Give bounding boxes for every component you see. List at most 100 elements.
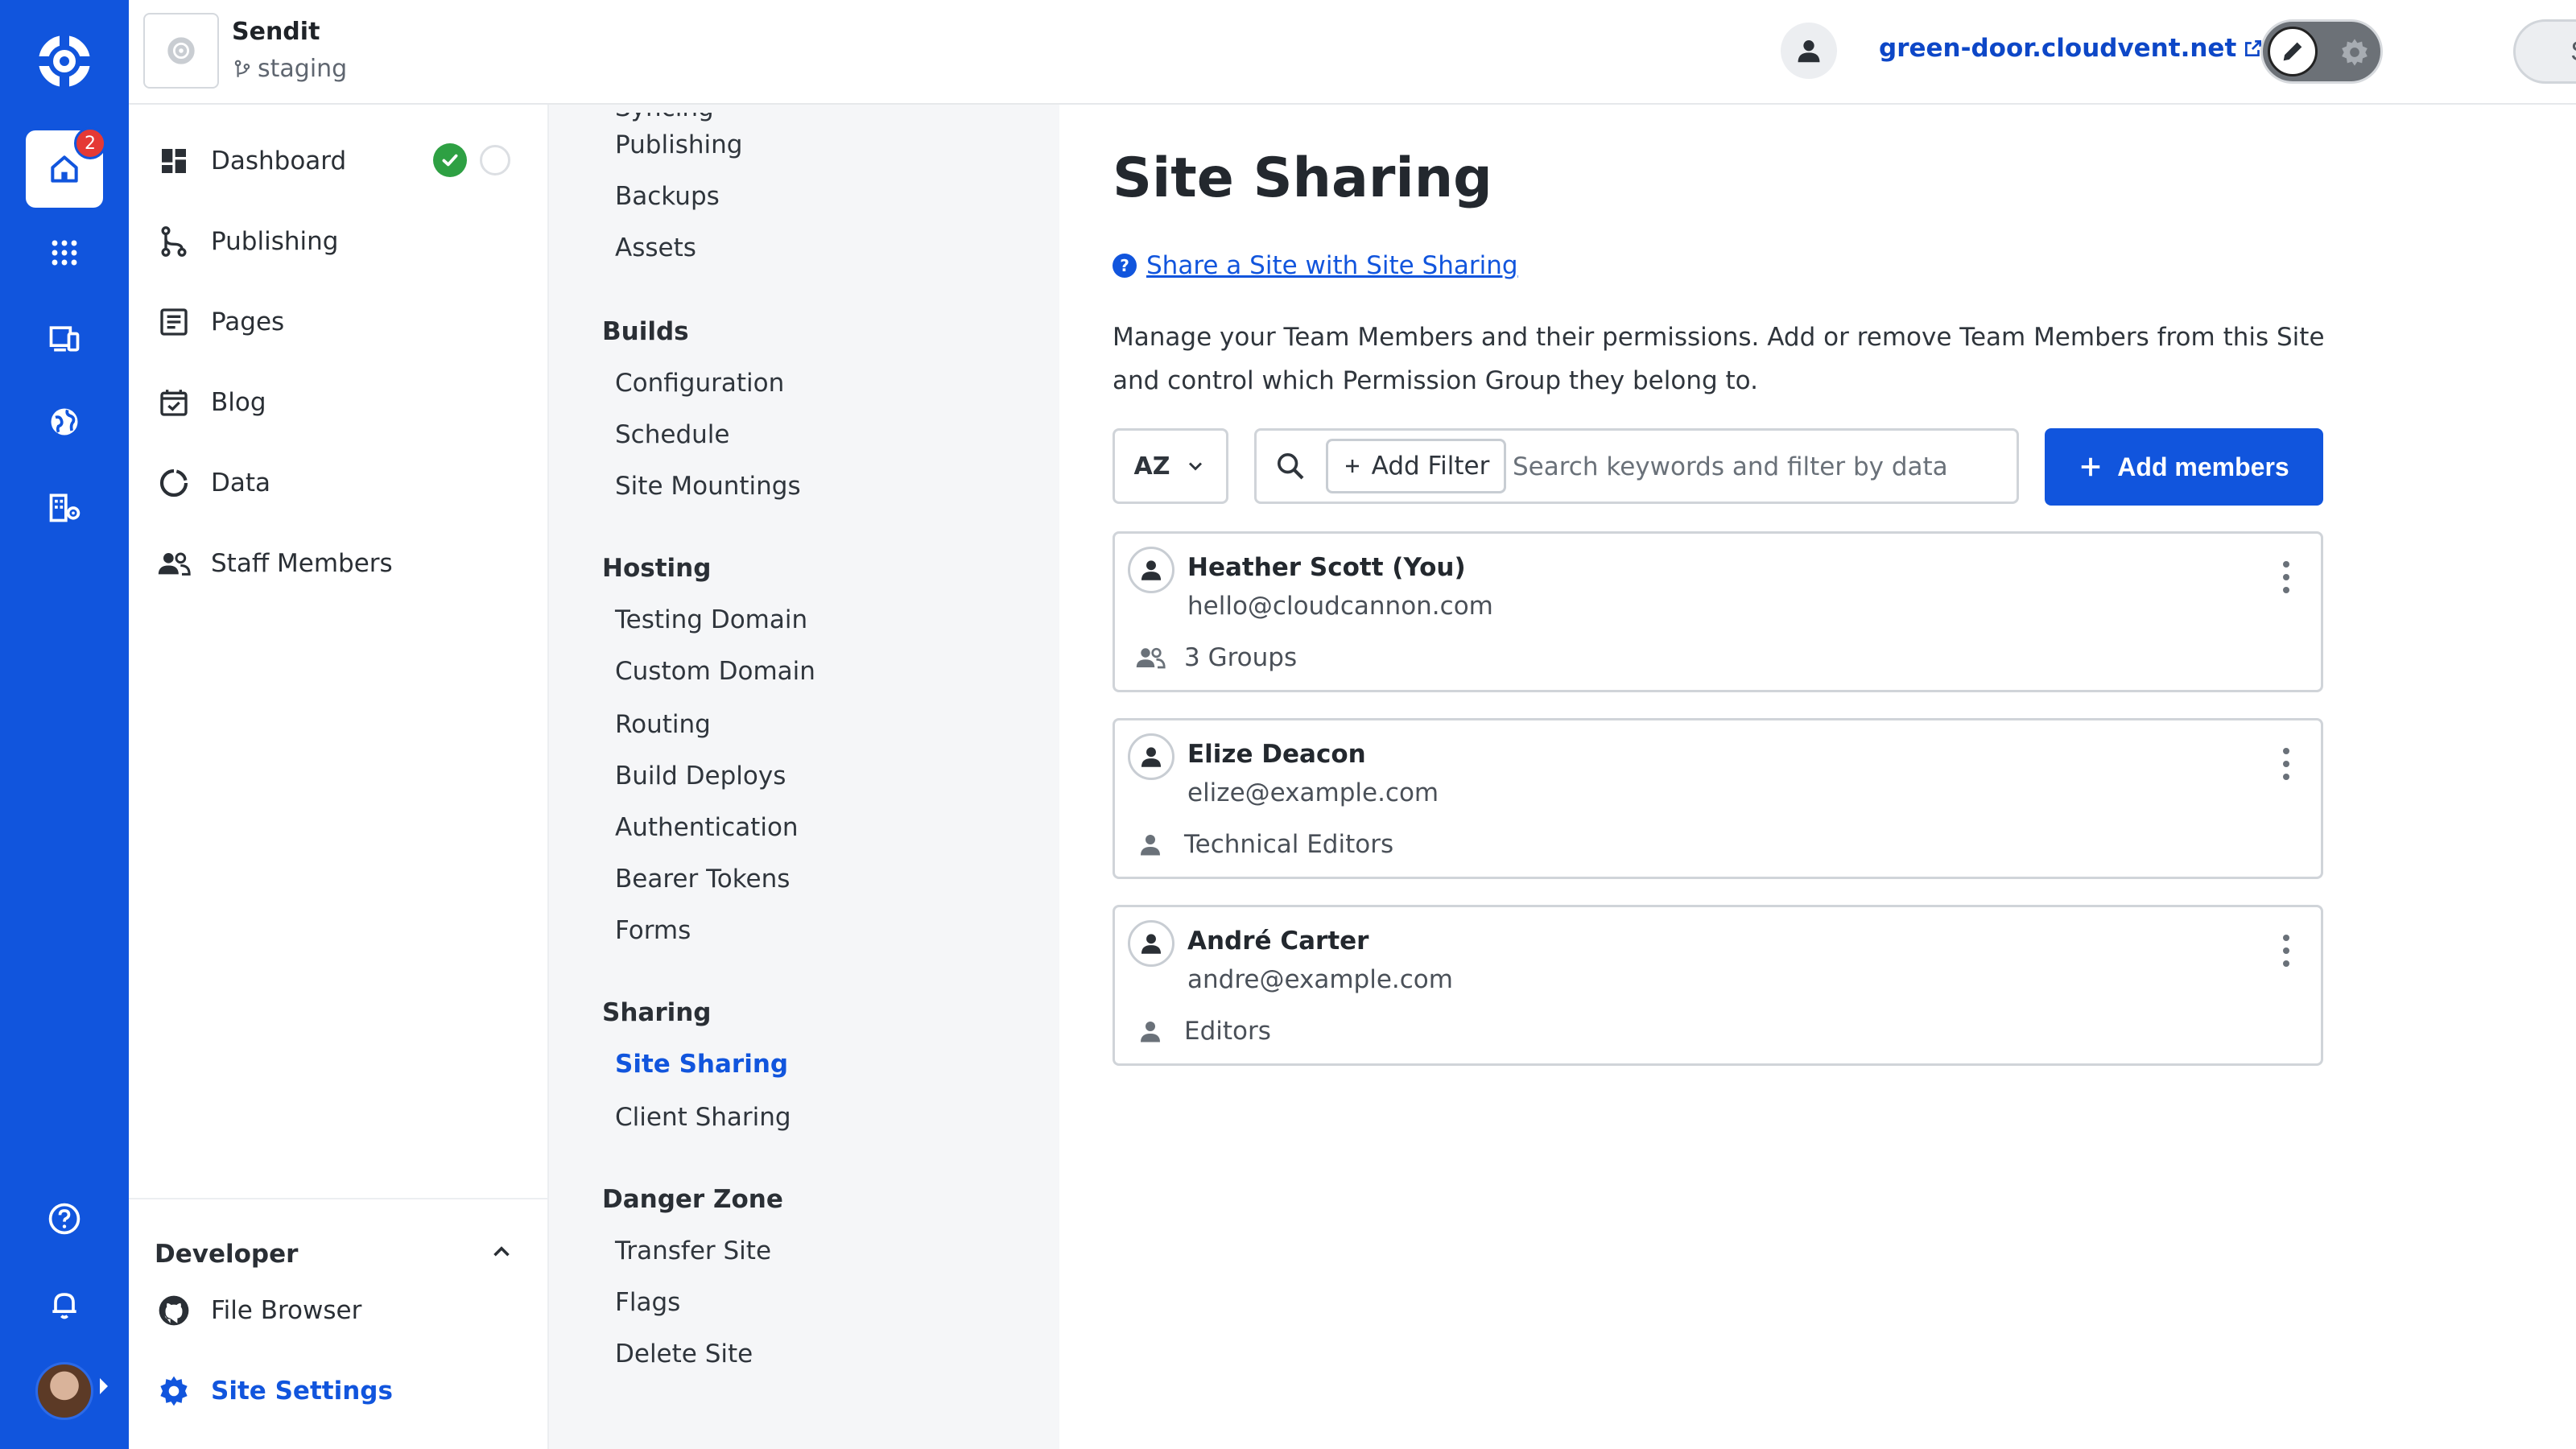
subnav-item-site-sharing[interactable]: Site Sharing bbox=[615, 1050, 788, 1079]
sidebar-item-staff-members[interactable]: Staff Members bbox=[156, 539, 393, 588]
member-avatar-icon bbox=[1128, 547, 1174, 593]
more-options-icon[interactable] bbox=[2274, 931, 2298, 970]
branch-name: staging bbox=[258, 55, 348, 83]
add-members-label: Add members bbox=[2117, 452, 2289, 481]
primary-sidebar: Dashboard Publishing Pages Blog Data Sta… bbox=[129, 105, 549, 1449]
sidebar-item-label: Blog bbox=[211, 388, 266, 417]
subnav-item-assets[interactable]: Assets bbox=[615, 233, 696, 262]
member-email: andre@example.com bbox=[1187, 965, 1453, 994]
subnav-item-publishing[interactable]: Publishing bbox=[615, 130, 742, 159]
more-options-icon[interactable] bbox=[2274, 558, 2298, 597]
caret-right-icon[interactable] bbox=[100, 1378, 108, 1394]
add-members-button[interactable]: Add members bbox=[2045, 428, 2323, 506]
sidebar-item-label: Site Settings bbox=[211, 1377, 393, 1406]
member-groups: Editors bbox=[1133, 1017, 1271, 1046]
page-description: Manage your Team Members and their permi… bbox=[1113, 323, 2325, 395]
subnav-item-delete-site[interactable]: Delete Site bbox=[615, 1340, 753, 1368]
developer-section: Developer File Browser Site Settings bbox=[129, 1198, 549, 1449]
member-group-label: Editors bbox=[1184, 1017, 1271, 1046]
edit-toggle-knob bbox=[2268, 27, 2318, 76]
more-options-icon[interactable] bbox=[2274, 745, 2298, 783]
member-email: elize@example.com bbox=[1187, 778, 1439, 807]
sort-dropdown[interactable]: AZ bbox=[1113, 428, 1228, 504]
member-card[interactable]: André Carter andre@example.com Editors bbox=[1113, 905, 2323, 1066]
gear-icon bbox=[2342, 39, 2368, 66]
pencil-icon bbox=[2283, 42, 2302, 61]
sidebar-item-data[interactable]: Data bbox=[156, 459, 270, 507]
subnav-item-flags[interactable]: Flags bbox=[615, 1288, 680, 1317]
account-button[interactable] bbox=[1781, 23, 1837, 79]
chevron-down-icon bbox=[1189, 462, 1203, 471]
plus-icon bbox=[1345, 460, 1359, 473]
sidebar-item-pages[interactable]: Pages bbox=[156, 298, 284, 346]
sidebar-item-file-browser[interactable]: File Browser bbox=[156, 1286, 361, 1335]
branch-icon bbox=[234, 60, 250, 77]
subnav-item-client-sharing[interactable]: Client Sharing bbox=[615, 1103, 791, 1132]
sidebar-item-site-settings[interactable]: Site Settings bbox=[156, 1367, 393, 1415]
subnav-group-sharing: Sharing bbox=[602, 998, 712, 1027]
search-icon bbox=[1278, 453, 1304, 480]
gear-icon bbox=[156, 1373, 192, 1409]
sidebar-item-blog[interactable]: Blog bbox=[156, 378, 266, 427]
rail-apps-button[interactable] bbox=[26, 214, 103, 291]
site-name[interactable]: Sendit bbox=[232, 18, 320, 46]
github-icon bbox=[156, 1293, 192, 1328]
rail-globe-button[interactable] bbox=[26, 383, 103, 460]
help-doc-link-text: Share a Site with Site Sharing bbox=[1146, 251, 1518, 280]
devices-icon bbox=[49, 326, 80, 352]
person-icon bbox=[1141, 835, 1160, 856]
rail-help-button[interactable] bbox=[26, 1180, 103, 1257]
site-domain-link[interactable]: green-door.cloudvent.net bbox=[1879, 34, 2264, 63]
subnav-item-testing-domain[interactable]: Testing Domain bbox=[615, 605, 807, 634]
rail-home-button[interactable]: 2 bbox=[26, 127, 106, 208]
sidebar-item-publishing[interactable]: Publishing bbox=[156, 217, 338, 266]
subnav-item-backups[interactable]: Backups bbox=[615, 182, 720, 211]
member-card[interactable]: Elize Deacon elize@example.com Technical… bbox=[1113, 718, 2323, 879]
globe-icon bbox=[51, 408, 78, 436]
data-icon bbox=[156, 465, 192, 501]
site-thumbnail[interactable] bbox=[143, 13, 219, 89]
member-name: Heather Scott (You) bbox=[1187, 553, 1466, 582]
apps-grid-icon bbox=[52, 240, 77, 266]
site-domain-text: green-door.cloudvent.net bbox=[1879, 34, 2237, 63]
add-filter-label: Add Filter bbox=[1371, 452, 1490, 481]
subnav-item-custom-domain[interactable]: Custom Domain bbox=[615, 657, 815, 686]
member-name: André Carter bbox=[1187, 927, 1369, 956]
user-avatar[interactable] bbox=[35, 1362, 93, 1420]
rail-notifications-button[interactable] bbox=[26, 1265, 103, 1343]
subnav-item-site-mountings[interactable]: Site Mountings bbox=[615, 472, 801, 501]
member-card[interactable]: Heather Scott (You) hello@cloudcannon.co… bbox=[1113, 531, 2323, 692]
app-rail: 2 bbox=[0, 0, 129, 1449]
subnav-group-builds: Builds bbox=[602, 317, 689, 346]
subnav-item-routing[interactable]: Routing bbox=[615, 710, 711, 739]
developer-section-title[interactable]: Developer bbox=[155, 1240, 298, 1269]
help-doc-link[interactable]: ? Share a Site with Site Sharing bbox=[1113, 251, 1518, 280]
subnav-item-authentication[interactable]: Authentication bbox=[615, 813, 799, 842]
rail-devices-button[interactable] bbox=[26, 299, 103, 377]
sidebar-item-dashboard[interactable]: Dashboard bbox=[156, 137, 346, 185]
rail-org-button[interactable] bbox=[26, 469, 103, 546]
search-input[interactable] bbox=[1513, 442, 2004, 492]
member-email: hello@cloudcannon.com bbox=[1187, 592, 1493, 621]
subnav-item-schedule[interactable]: Schedule bbox=[615, 420, 729, 449]
pages-icon bbox=[156, 304, 192, 340]
dashboard-icon bbox=[156, 143, 192, 179]
subnav-item-forms[interactable]: Forms bbox=[615, 916, 691, 945]
subnav-item-configuration[interactable]: Configuration bbox=[615, 369, 784, 398]
plus-icon bbox=[2082, 457, 2100, 477]
cloudcannon-logo-icon[interactable] bbox=[35, 32, 93, 90]
chevron-up-icon[interactable] bbox=[488, 1238, 515, 1265]
save-button[interactable]: Save bbox=[2513, 19, 2576, 84]
subnav-item-transfer-site[interactable]: Transfer Site bbox=[615, 1236, 771, 1265]
edit-mode-toggle[interactable] bbox=[2260, 19, 2383, 84]
sidebar-item-label: Dashboard bbox=[211, 147, 347, 175]
branch-indicator[interactable]: staging bbox=[232, 55, 347, 83]
notification-badge: 2 bbox=[74, 127, 106, 159]
member-avatar-icon bbox=[1128, 733, 1174, 780]
sidebar-item-label: Staff Members bbox=[211, 549, 393, 578]
add-filter-button[interactable]: Add Filter bbox=[1326, 439, 1506, 493]
subnav-item-bearer-tokens[interactable]: Bearer Tokens bbox=[615, 865, 790, 894]
member-name: Elize Deacon bbox=[1187, 740, 1366, 769]
member-groups: Technical Editors bbox=[1133, 830, 1393, 859]
subnav-item-build-deploys[interactable]: Build Deploys bbox=[615, 762, 786, 791]
